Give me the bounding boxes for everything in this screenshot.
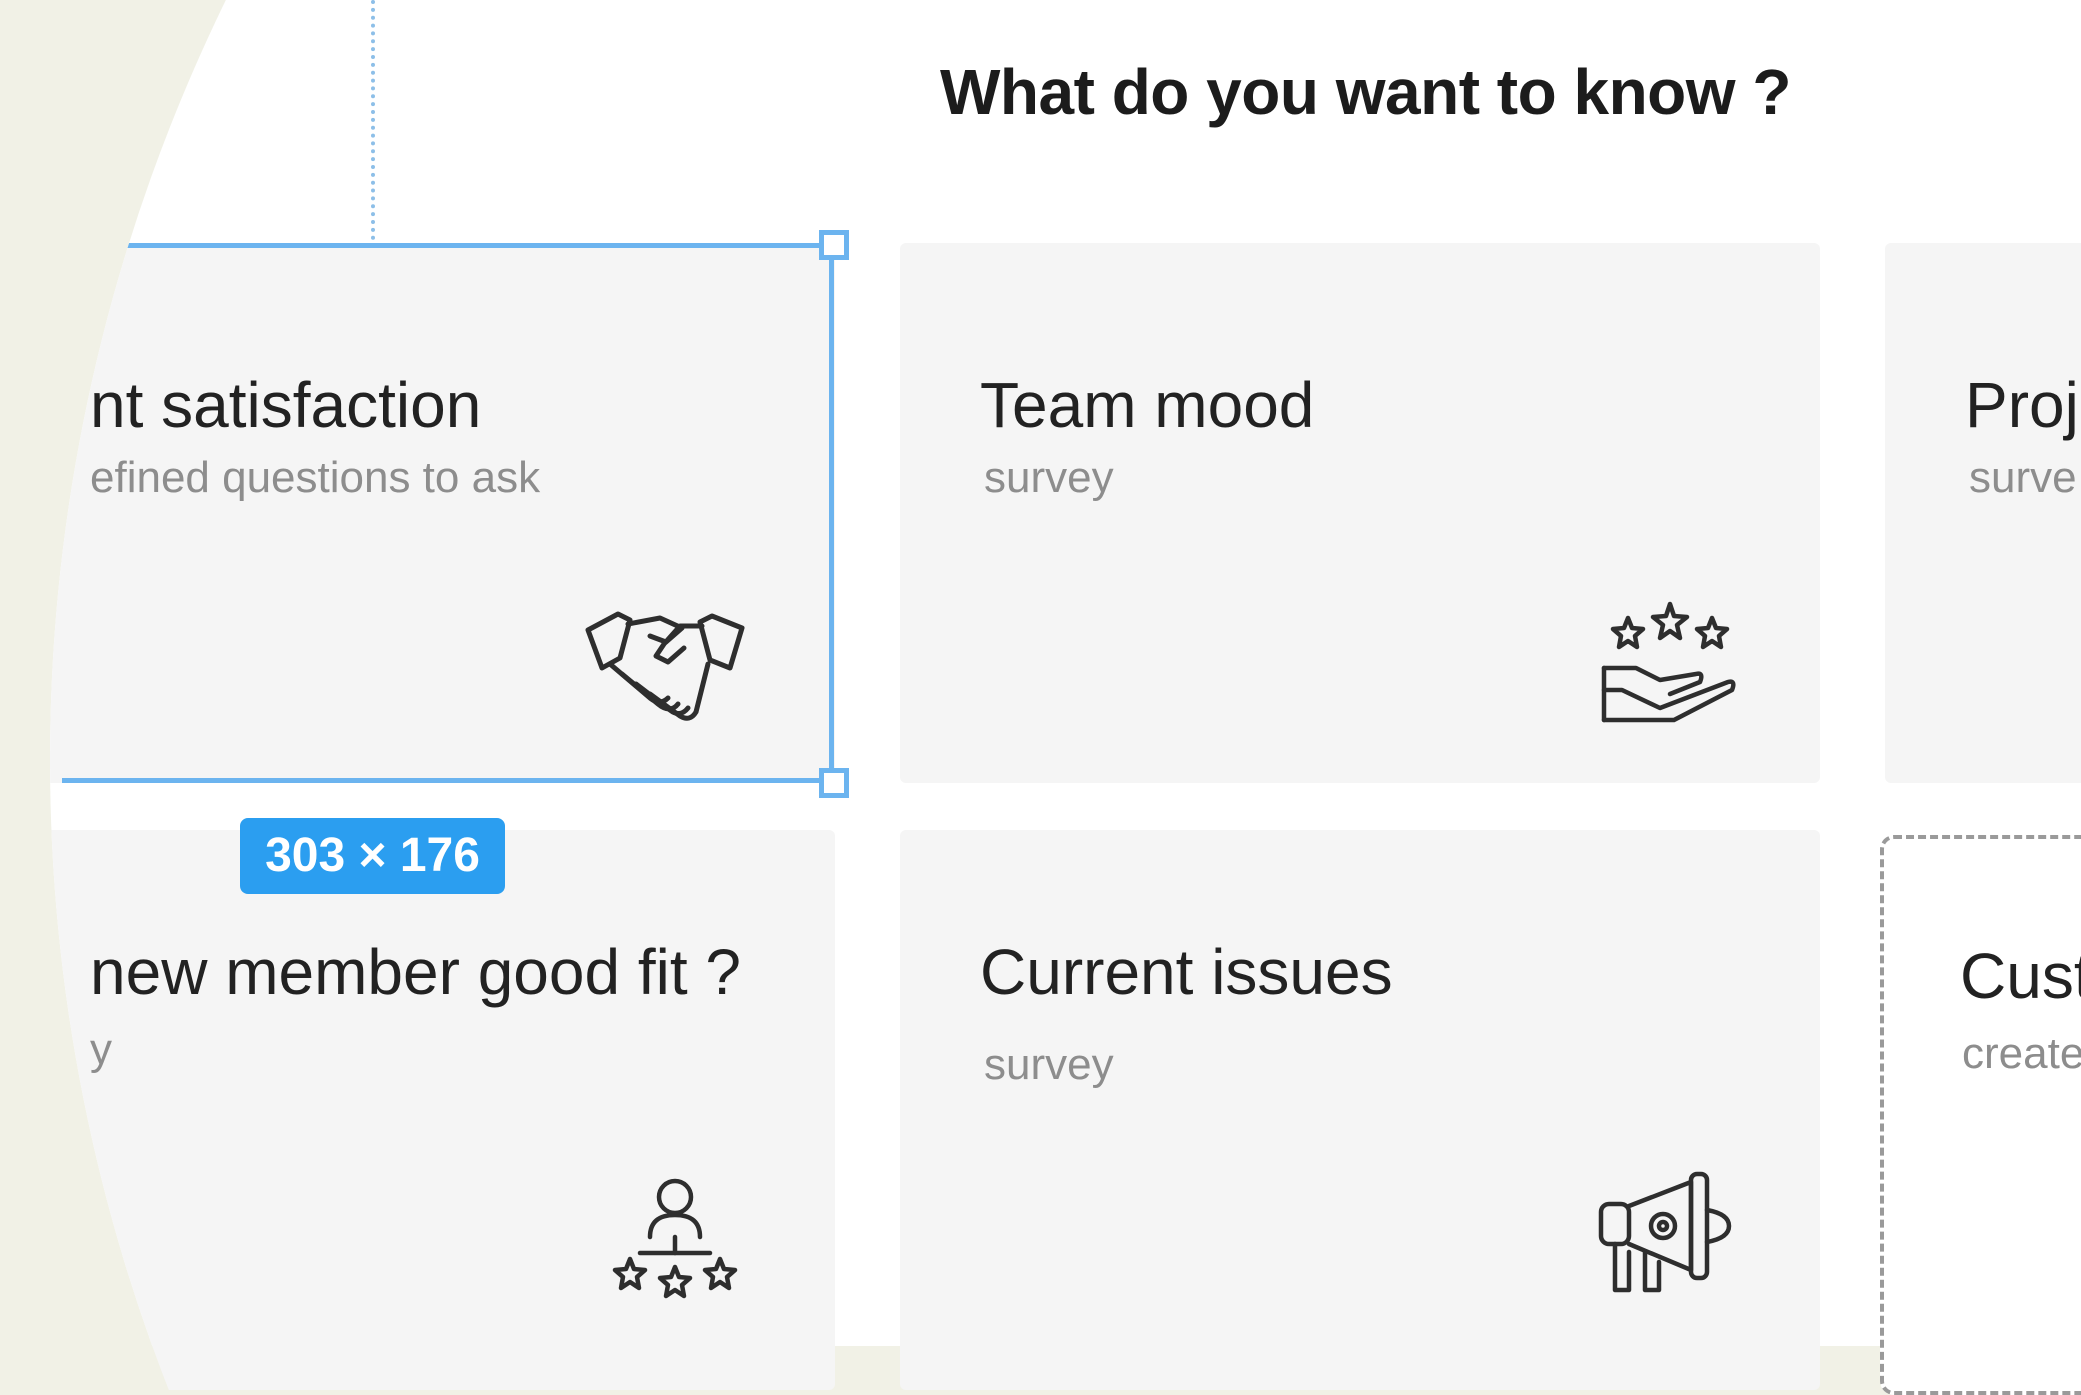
card-subtitle: survey — [984, 453, 1114, 502]
page-heading: What do you want to know ? — [940, 56, 1791, 128]
person-with-stars-icon — [610, 1175, 740, 1305]
resize-handle-top-right[interactable] — [819, 230, 849, 260]
card-title: new member good fit ? — [90, 936, 741, 1008]
resize-handle-bottom-right[interactable] — [819, 768, 849, 798]
card-subtitle: y — [90, 1025, 112, 1074]
card-team-mood[interactable]: Team mood survey — [900, 243, 1820, 783]
hand-with-stars-icon — [1600, 598, 1740, 728]
card-subtitle: surve — [1969, 453, 2077, 502]
card-title: Team mood — [980, 369, 1315, 441]
card-subtitle: create — [1962, 1029, 2081, 1078]
card-subtitle: survey — [984, 1040, 1114, 1089]
card-custom[interactable]: Cust create — [1880, 835, 2081, 1395]
alignment-guide — [371, 0, 375, 240]
selection-size-badge: 303 × 176 — [240, 818, 505, 894]
survey-template-canvas: What do you want to know ? nt satisfacti… — [50, 0, 2081, 1395]
card-title: Current issues — [980, 936, 1393, 1008]
card-title: Proj — [1965, 369, 2079, 441]
card-title: Cust — [1960, 940, 2081, 1012]
card-current-issues[interactable]: Current issues survey — [900, 830, 1820, 1390]
card-new-member-fit[interactable]: new member good fit ? y — [50, 830, 835, 1390]
card-project[interactable]: Proj surve — [1885, 243, 2081, 783]
megaphone-icon — [1595, 1170, 1745, 1300]
selection-box — [62, 243, 834, 783]
